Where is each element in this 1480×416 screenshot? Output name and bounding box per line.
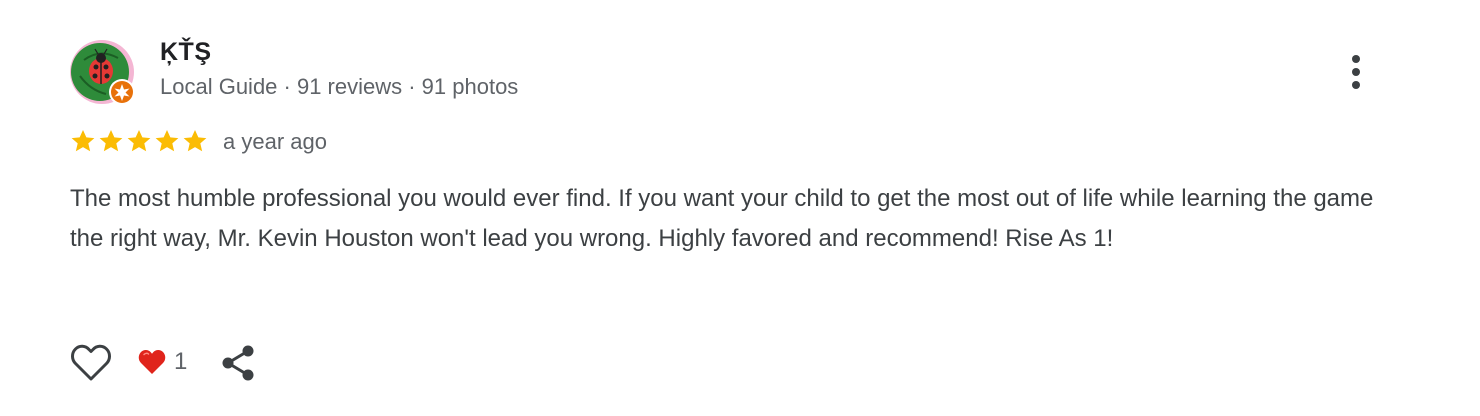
like-button[interactable]: [70, 343, 112, 383]
author-meta: Local Guide · 91 reviews · 91 photos: [160, 74, 519, 99]
author-name[interactable]: ĶŤŞ: [160, 38, 212, 67]
review-date: a year ago: [223, 129, 327, 154]
reaction-summary[interactable]: 1: [138, 346, 187, 378]
reaction-count: 1: [174, 348, 188, 375]
review-text: The most humble professional you would e…: [70, 185, 1374, 252]
red-heart-icon: [138, 349, 166, 374]
share-icon: [222, 345, 254, 381]
star-icon: [155, 129, 179, 152]
more-options-button[interactable]: [1336, 50, 1376, 94]
star-icon: [99, 129, 123, 152]
more-vert-icon: [1352, 55, 1360, 89]
share-button[interactable]: [220, 344, 256, 382]
star-icon: [183, 129, 207, 152]
star-icon: [127, 129, 151, 152]
review-card: ĶŤŞ Local Guide · 91 reviews · 91 photos…: [0, 0, 1480, 416]
star-rating: [70, 128, 208, 156]
local-guide-badge-icon: [108, 78, 136, 106]
heart-outline-icon: [71, 344, 111, 381]
star-icon: [71, 129, 95, 152]
